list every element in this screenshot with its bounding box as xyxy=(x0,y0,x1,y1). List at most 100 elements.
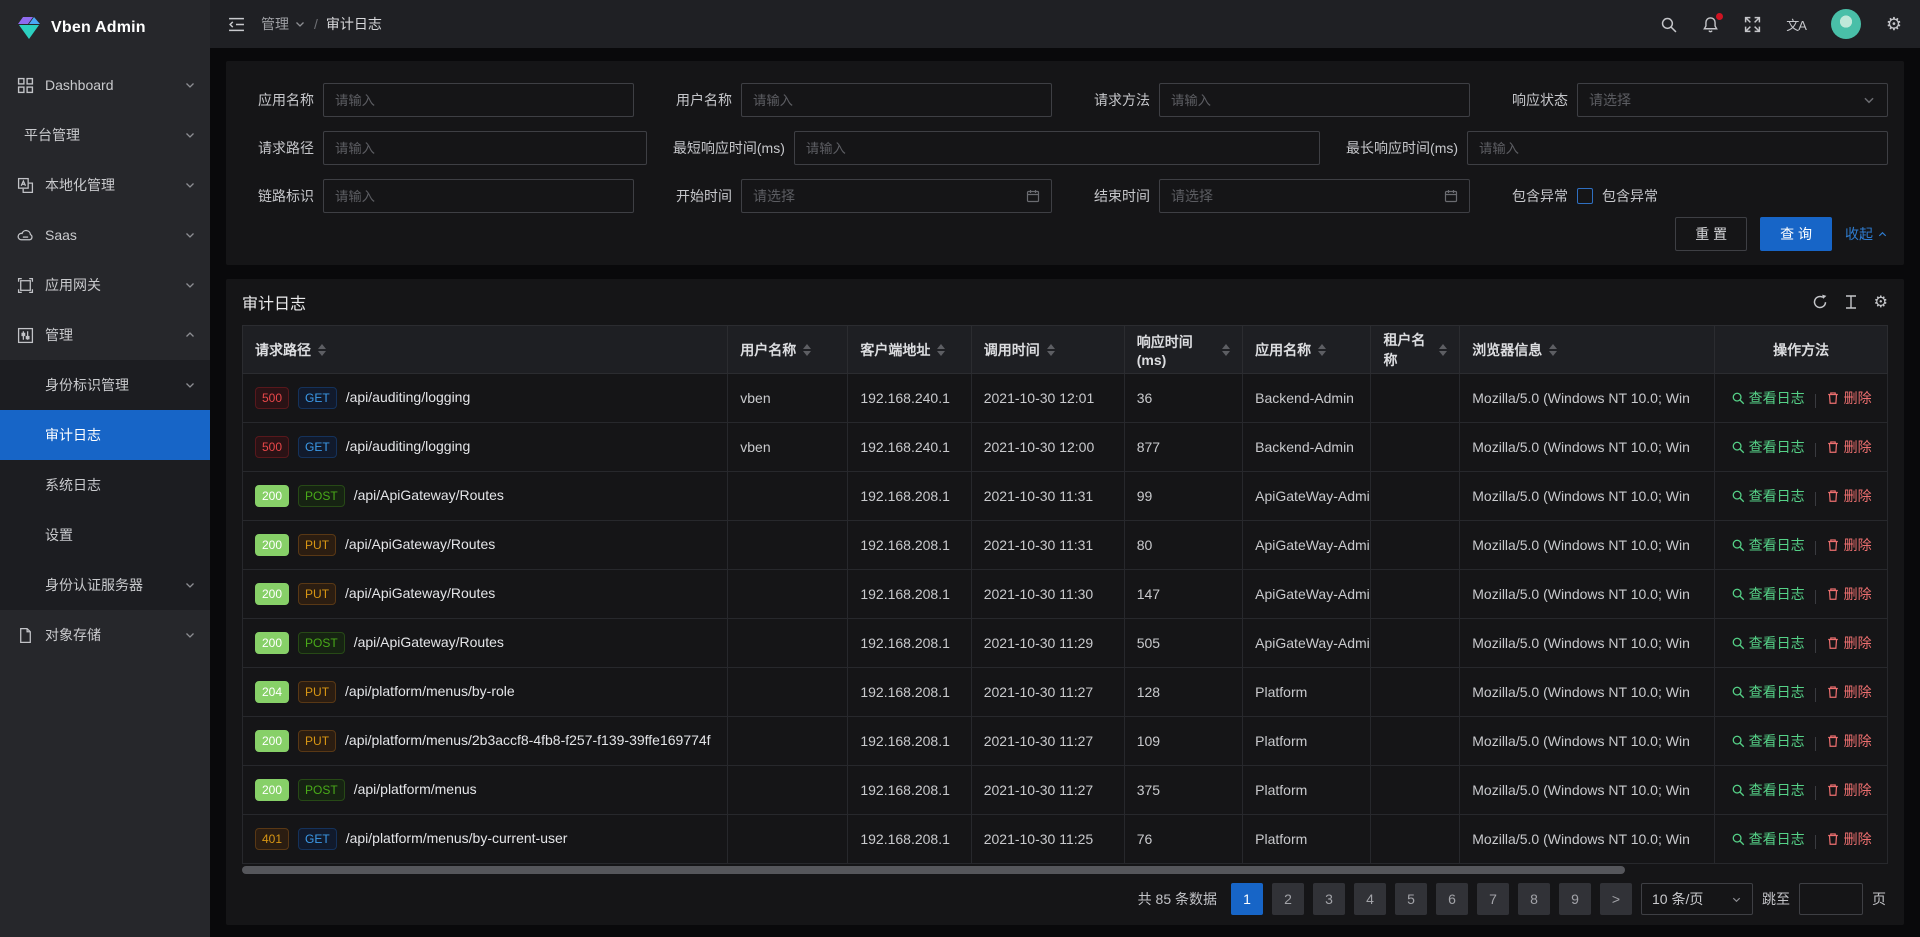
search-icon xyxy=(1731,587,1745,601)
sidebar-item-platform-management[interactable]: 平台管理 xyxy=(0,110,210,160)
search-button[interactable]: 查 询 xyxy=(1760,217,1832,251)
view-log-button[interactable]: 查看日志 xyxy=(1731,780,1805,800)
page-button-8[interactable]: 8 xyxy=(1518,883,1550,915)
cell-user-name: vben xyxy=(728,423,848,472)
cell-call-time: 2021-10-30 12:00 xyxy=(971,423,1124,472)
end-time-datepicker[interactable]: 请选择 xyxy=(1159,179,1470,213)
page-button-2[interactable]: 2 xyxy=(1272,883,1304,915)
method-badge: GET xyxy=(298,436,337,458)
trash-icon xyxy=(1826,685,1840,699)
sidebar-item-app-gateway[interactable]: 应用网关 xyxy=(0,260,210,310)
cell-elapsed-ms: 505 xyxy=(1124,619,1242,668)
delete-button[interactable]: 删除 xyxy=(1826,731,1872,751)
cell-user-name xyxy=(728,668,848,717)
breadcrumb-root[interactable]: 管理 xyxy=(261,14,306,34)
cell-app-name: ApiGateWay-Admin xyxy=(1243,619,1371,668)
status-badge: 401 xyxy=(255,828,289,850)
reset-button[interactable]: 重 置 xyxy=(1675,217,1747,251)
cell-app-name: Platform xyxy=(1243,717,1371,766)
sidebar-item-localization-management[interactable]: 本地化管理 xyxy=(0,160,210,210)
delete-button[interactable]: 删除 xyxy=(1826,535,1872,555)
cell-browser-info: Mozilla/5.0 (Windows NT 10.0; Win xyxy=(1460,668,1715,717)
column-header-4[interactable]: 响应时间(ms) xyxy=(1124,326,1242,374)
page-button-9[interactable]: 9 xyxy=(1559,883,1591,915)
page-button-6[interactable]: 6 xyxy=(1436,883,1468,915)
user-name-input[interactable] xyxy=(741,83,1052,117)
cell-user-name xyxy=(728,521,848,570)
sidebar-item-system-log[interactable]: 系统日志 xyxy=(0,460,210,510)
sidebar-item-object-storage[interactable]: 对象存储 xyxy=(0,610,210,660)
trace-id-input[interactable] xyxy=(323,179,634,213)
column-header-2[interactable]: 客户端地址 xyxy=(848,326,971,374)
view-log-button[interactable]: 查看日志 xyxy=(1731,829,1805,849)
table-row: 204PUT/api/platform/menus/by-role192.168… xyxy=(243,668,1888,717)
page-button-4[interactable]: 4 xyxy=(1354,883,1386,915)
column-header-0[interactable]: 请求路径 xyxy=(243,326,728,374)
refresh-icon[interactable] xyxy=(1812,294,1828,310)
column-settings-icon[interactable]: ⚙ xyxy=(1874,292,1888,312)
sidebar-item-saas[interactable]: Saas xyxy=(0,210,210,260)
search-icon[interactable] xyxy=(1660,16,1677,33)
sidebar-item-settings[interactable]: 设置 xyxy=(0,510,210,560)
chevron-down-icon xyxy=(184,279,196,291)
cell-app-name: Platform xyxy=(1243,766,1371,815)
column-header-1[interactable]: 用户名称 xyxy=(728,326,848,374)
translate-icon[interactable]: 文A xyxy=(1786,15,1806,34)
request-path-text: /api/platform/menus/by-current-user xyxy=(346,830,568,846)
sidebar-item-dashboard[interactable]: Dashboard xyxy=(0,60,210,110)
page-size-select[interactable]: 10 条/页 xyxy=(1641,883,1753,915)
sidebar-item-audit-log[interactable]: 审计日志 xyxy=(0,410,210,460)
page-button-7[interactable]: 7 xyxy=(1477,883,1509,915)
delete-button[interactable]: 删除 xyxy=(1826,682,1872,702)
min-elapsed-input[interactable] xyxy=(794,131,1320,165)
cell-request-path: 200PUT/api/ApiGateway/Routes xyxy=(243,570,728,619)
app-name-input[interactable] xyxy=(323,83,634,117)
jump-page-input[interactable] xyxy=(1799,883,1863,915)
app-logo[interactable]: Vben Admin xyxy=(0,0,210,56)
delete-button[interactable]: 删除 xyxy=(1826,437,1872,457)
delete-button[interactable]: 删除 xyxy=(1826,584,1872,604)
delete-button[interactable]: 删除 xyxy=(1826,486,1872,506)
delete-button[interactable]: 删除 xyxy=(1826,388,1872,408)
fullscreen-icon[interactable] xyxy=(1744,16,1761,33)
horizontal-scrollbar[interactable] xyxy=(242,866,1888,874)
view-log-button[interactable]: 查看日志 xyxy=(1731,633,1805,653)
start-time-datepicker[interactable]: 请选择 xyxy=(741,179,1052,213)
localization-icon xyxy=(17,177,34,194)
delete-button[interactable]: 删除 xyxy=(1826,633,1872,653)
view-log-button[interactable]: 查看日志 xyxy=(1731,535,1805,555)
sidebar-item-management[interactable]: 管理 xyxy=(0,310,210,360)
delete-button[interactable]: 删除 xyxy=(1826,780,1872,800)
chevron-down-icon xyxy=(184,79,196,91)
action-divider xyxy=(1815,443,1816,457)
row-height-icon[interactable] xyxy=(1843,294,1859,310)
column-header-5[interactable]: 应用名称 xyxy=(1243,326,1371,374)
view-log-button[interactable]: 查看日志 xyxy=(1731,437,1805,457)
view-log-button[interactable]: 查看日志 xyxy=(1731,584,1805,604)
request-method-input[interactable] xyxy=(1159,83,1470,117)
next-page-button[interactable]: > xyxy=(1600,883,1632,915)
page-button-1[interactable]: 1 xyxy=(1231,883,1263,915)
view-log-button[interactable]: 查看日志 xyxy=(1731,682,1805,702)
response-status-select[interactable]: 请选择 xyxy=(1577,83,1888,117)
collapse-link[interactable]: 收起 xyxy=(1845,224,1888,244)
column-header-3[interactable]: 调用时间 xyxy=(971,326,1124,374)
view-log-button[interactable]: 查看日志 xyxy=(1731,388,1805,408)
column-header-7[interactable]: 浏览器信息 xyxy=(1460,326,1715,374)
sort-caret-icon xyxy=(937,344,945,356)
view-log-button[interactable]: 查看日志 xyxy=(1731,731,1805,751)
notification-bell-icon[interactable] xyxy=(1702,16,1719,33)
column-header-6[interactable]: 租户名称 xyxy=(1371,326,1460,374)
menu-fold-icon[interactable] xyxy=(228,16,245,33)
gear-icon[interactable]: ⚙ xyxy=(1886,14,1902,35)
request-path-input[interactable] xyxy=(323,131,647,165)
avatar[interactable] xyxy=(1831,9,1861,39)
sidebar-item-auth-server[interactable]: 身份认证服务器 xyxy=(0,560,210,610)
sidebar-item-identity-management[interactable]: 身份标识管理 xyxy=(0,360,210,410)
page-button-5[interactable]: 5 xyxy=(1395,883,1427,915)
max-elapsed-input[interactable] xyxy=(1467,131,1888,165)
view-log-button[interactable]: 查看日志 xyxy=(1731,486,1805,506)
include-exception-checkbox[interactable] xyxy=(1577,188,1593,204)
delete-button[interactable]: 删除 xyxy=(1826,829,1872,849)
page-button-3[interactable]: 3 xyxy=(1313,883,1345,915)
